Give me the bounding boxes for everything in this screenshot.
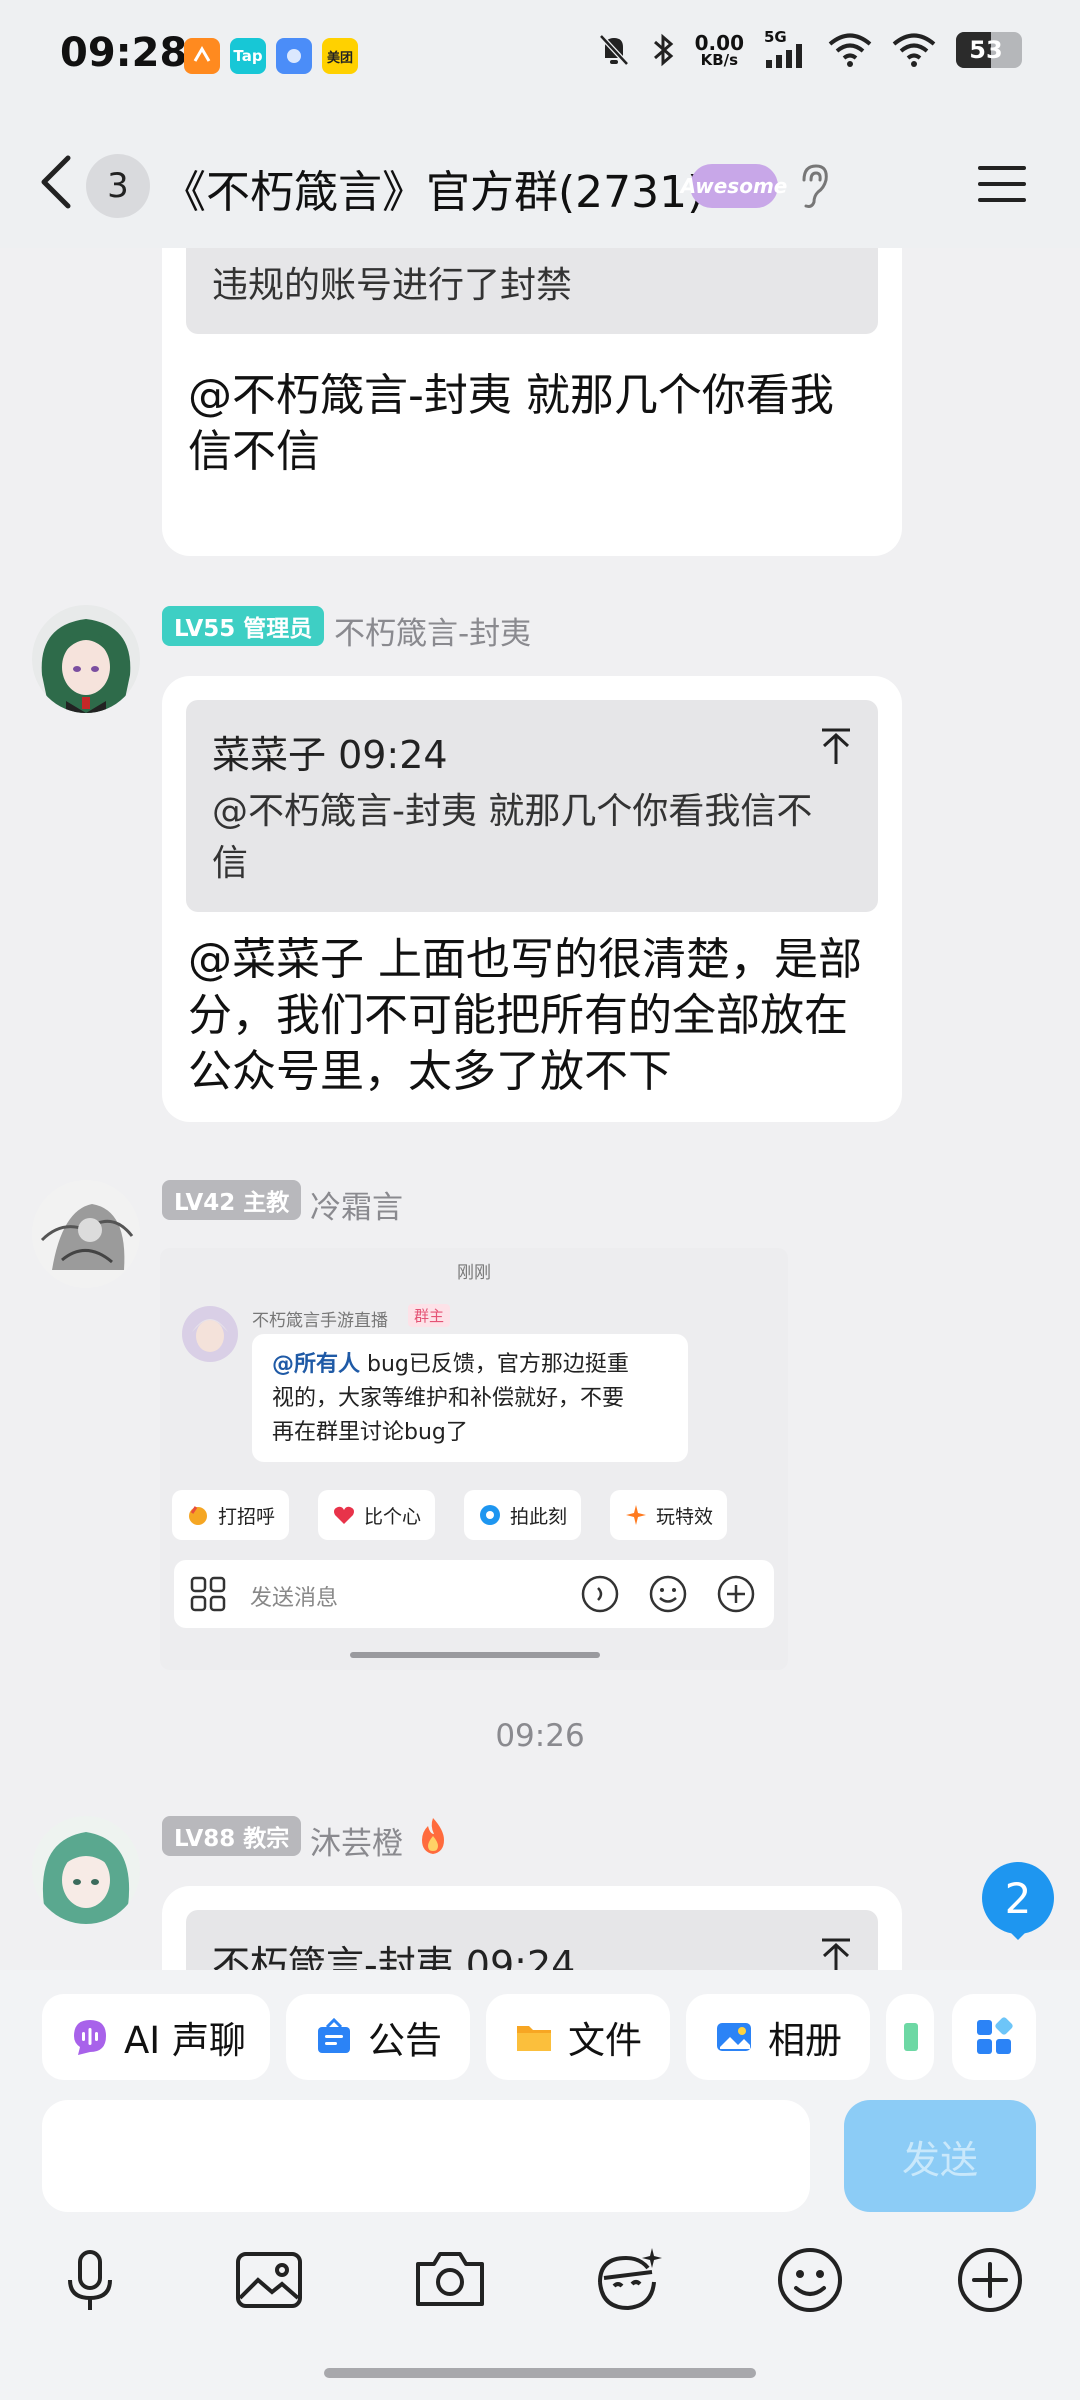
status-indicators: 0.00 KB/s 5G 53 (597, 28, 1022, 69)
bluetooth-icon (653, 33, 673, 67)
avatar[interactable] (32, 1180, 140, 1288)
sender-name[interactable]: 沐芸橙 (310, 1818, 403, 1863)
input-panel: AI 声聊 公告 文件 相册 发送 (0, 1970, 1080, 2400)
camera-icon[interactable] (412, 2242, 488, 2318)
sender-name[interactable]: 冷霜言 (310, 1182, 403, 1227)
member-level-tag: LV55 管理员 (162, 606, 325, 646)
capture-icon (480, 1505, 500, 1525)
send-button[interactable]: 发送 (844, 2100, 1036, 2212)
message-bubble[interactable]: 违规的账号进行了封禁 @不朽箴言-封夷 就那几个你看我 信不信 (162, 248, 902, 556)
screenshot-chip-effects: 玩特效 (610, 1490, 728, 1540)
screenshot-input-bar: 发送消息 (174, 1560, 774, 1628)
sparkle-icon (626, 1505, 646, 1525)
message-input[interactable] (42, 2100, 810, 2212)
screenshot-message-bubble: @所有人 bug已反馈，官方那边挺重 视的，大家等维护和补偿就好，不要 再在群里… (252, 1334, 688, 1462)
wifi-icon (828, 33, 872, 67)
screenshot-sender-name: 不朽箴言手游直播 (252, 1311, 388, 1331)
screenshot-time: 刚刚 (457, 1263, 491, 1283)
emoji-icon[interactable] (772, 2242, 848, 2318)
screenshot-avatar (182, 1306, 238, 1362)
partial-action-icon (904, 2023, 918, 2051)
mute-bell-icon (598, 34, 629, 66)
message-bubble[interactable]: 菜菜子 09:24 @不朽箴言-封夷 就那几个你看我信不 信 @菜菜子 上面也写… (162, 676, 902, 1122)
screenshot-chip-greet: 打招呼 (172, 1490, 290, 1540)
member-level-tag: LV42 主教 (162, 1180, 302, 1220)
net-speed: 0.00 KB/s (694, 30, 744, 69)
menu-icon[interactable] (976, 162, 1028, 206)
more-action-button-partial[interactable] (886, 1994, 934, 2080)
quoted-message[interactable]: 菜菜子 09:24 @不朽箴言-封夷 就那几个你看我信不 信 (186, 700, 878, 912)
time-separator: 09:26 (495, 1718, 585, 1754)
fire-badge-icon (422, 1818, 444, 1854)
apps-widget-button[interactable] (952, 1994, 1036, 2080)
owner-tag: 群主 (408, 1304, 451, 1327)
wave-hand-icon (189, 1506, 207, 1525)
screenshot-chip-capture: 拍此刻 (464, 1490, 582, 1540)
screenshot-chip-heart: 比个心 (318, 1490, 436, 1540)
avatar[interactable] (32, 1816, 140, 1924)
sender-name[interactable]: 不朽箴言-封夷 (334, 608, 531, 653)
jump-to-original-icon[interactable] (818, 1936, 854, 1970)
plus-icon (717, 1575, 755, 1613)
screenshot-home-indicator (350, 1652, 600, 1658)
image-icon[interactable] (232, 2242, 308, 2318)
status-time: 09:28 (60, 30, 188, 76)
chat-message-list[interactable]: 违规的账号进行了封禁 @不朽箴言-封夷 就那几个你看我 信不信 LV55 管理员… (0, 248, 1080, 1970)
badge-pointer (1006, 1928, 1030, 1940)
image-message[interactable]: 刚刚 不朽箴言手游直播 群主 @所有人 bug已反馈，官方那边挺重 视的，大家等… (160, 1248, 788, 1670)
emoji-icon (649, 1575, 687, 1613)
album-icon (717, 2023, 751, 2051)
unread-count-badge[interactable]: 3 (86, 154, 150, 218)
album-button[interactable]: 相册 (686, 1994, 870, 2080)
back-arrow-icon[interactable] (34, 152, 78, 212)
folder-icon (517, 2026, 551, 2051)
apps-grid-icon (190, 1576, 226, 1612)
ai-voice-chat-button[interactable]: AI 声聊 (42, 1994, 270, 2080)
files-button[interactable]: 文件 (486, 1994, 670, 2080)
battery-icon: 53 (956, 32, 1022, 68)
quoted-header: 菜菜子 09:24 (212, 733, 448, 777)
blue-app-icon (276, 38, 312, 74)
message-text: @菜菜子 上面也写的很清楚，是部 分，我们不可能把所有的全部放在 公众号里，太多… (188, 934, 862, 1097)
group-badge-sticker: Awesome (681, 164, 787, 208)
quoted-message[interactable]: 违规的账号进行了封禁 (186, 248, 878, 334)
ai-voice-icon (74, 2020, 106, 2055)
status-app-icons: Tap 美团 (184, 38, 358, 74)
home-indicator[interactable] (324, 2368, 756, 2378)
add-icon[interactable] (952, 2242, 1028, 2318)
ai-face-icon[interactable] (590, 2242, 666, 2318)
taptap-icon: Tap (230, 38, 266, 74)
orange-app-icon (184, 38, 220, 74)
avatar[interactable] (32, 605, 140, 713)
cell-signal-icon: 5G (764, 28, 808, 68)
status-bar: 09:28 Tap 美团 0.00 KB/s 5G 53 (0, 0, 1080, 118)
quoted-text: 违规的账号进行了封禁 (212, 265, 573, 306)
group-title[interactable]: 《不朽箴言》官方群(2731) (162, 156, 704, 220)
ear-icon[interactable] (796, 162, 832, 210)
quoted-header: 不朽箴言-封夷 09:24 (212, 1943, 576, 1970)
widget-grid-icon (977, 2017, 1013, 2054)
voice-icon (581, 1575, 619, 1613)
jump-to-original-icon[interactable] (818, 726, 854, 766)
quoted-text: @不朽箴言-封夷 就那几个你看我信不 信 (212, 791, 813, 884)
meituan-icon: 美团 (322, 38, 358, 74)
message-text: @不朽箴言-封夷 就那几个你看我 信不信 (188, 370, 834, 477)
microphone-icon[interactable] (52, 2242, 128, 2318)
member-level-tag: LV88 教宗 (162, 1816, 302, 1856)
screenshot-message-text: @所有人 bug已反馈，官方那边挺重 视的，大家等维护和补偿就好，不要 再在群里… (272, 1352, 629, 1445)
announcement-icon (318, 2017, 350, 2053)
heart-icon (334, 1506, 354, 1524)
wifi-icon-2 (892, 33, 936, 67)
quoted-message[interactable]: 不朽箴言-封夷 09:24 (186, 1910, 878, 1970)
announcement-button[interactable]: 公告 (286, 1994, 470, 2080)
chat-header: 3 《不朽箴言》官方群(2731) Awesome (0, 118, 1080, 248)
new-message-count-badge[interactable]: 2 (982, 1862, 1054, 1934)
message-bubble[interactable]: 不朽箴言-封夷 09:24 (162, 1886, 902, 1970)
